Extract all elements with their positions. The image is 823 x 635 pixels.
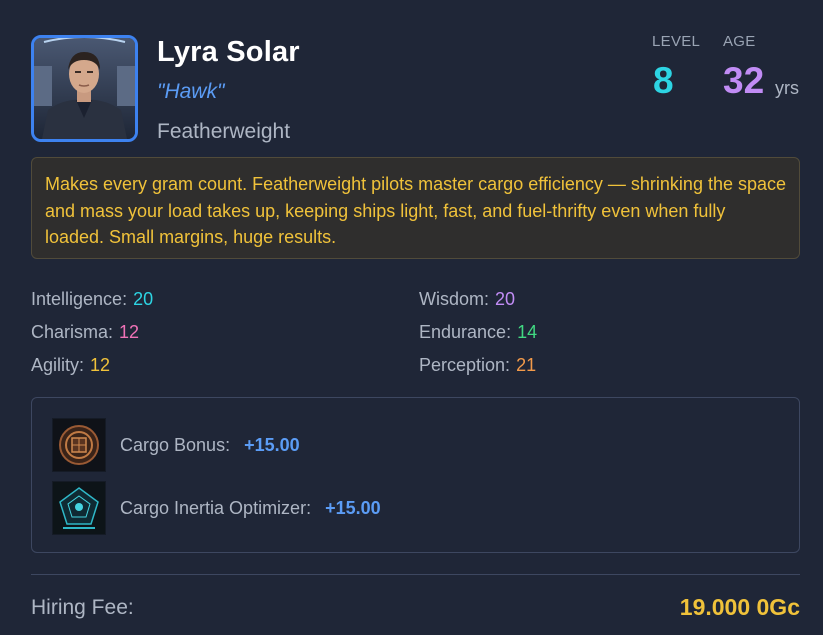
attribute-value: 20 <box>133 289 154 309</box>
attribute-value: 20 <box>495 289 516 309</box>
attribute-value: 12 <box>90 355 111 375</box>
perk-description: Makes every gram count. Featherweight pi… <box>31 157 800 259</box>
divider <box>31 574 800 575</box>
bonus-row-cargo-inertia-optimizer: Cargo Inertia Optimizer: +15.00 <box>52 481 381 535</box>
bonus-panel: Cargo Bonus: +15.00 Cargo Inertia Optimi… <box>31 397 800 553</box>
attribute-label: Perception: <box>419 355 511 375</box>
pilot-callsign: "Hawk" <box>157 80 225 103</box>
age-label: AGE <box>723 33 756 50</box>
attribute-agility: Agility: 12 <box>31 355 110 376</box>
attribute-value: 12 <box>119 322 140 342</box>
pilot-portrait-image <box>34 38 135 139</box>
cargo-bonus-icon <box>52 418 106 472</box>
pilot-portrait <box>31 35 138 142</box>
level-label: LEVEL <box>652 33 701 50</box>
hiring-fee-value: 19.000 0Gc <box>679 594 800 620</box>
bonus-label: Cargo Inertia Optimizer: <box>120 497 312 518</box>
attribute-endurance: Endurance: 14 <box>419 322 537 343</box>
pilot-name: Lyra Solar <box>157 36 300 68</box>
bonus-value: +15.00 <box>244 434 300 455</box>
attribute-value: 21 <box>516 355 537 375</box>
attribute-intelligence: Intelligence: 20 <box>31 289 153 310</box>
cargo-inertia-optimizer-icon <box>52 481 106 535</box>
attribute-label: Endurance: <box>419 322 512 342</box>
age-value: 32 <box>723 60 765 101</box>
bonus-label: Cargo Bonus: <box>120 434 231 455</box>
attribute-label: Wisdom: <box>419 289 490 309</box>
attribute-wisdom: Wisdom: 20 <box>419 289 515 310</box>
hiring-fee-label: Hiring Fee: <box>31 596 134 619</box>
attribute-charisma: Charisma: 12 <box>31 322 139 343</box>
bonus-value: +15.00 <box>325 497 381 518</box>
attribute-label: Intelligence: <box>31 289 128 309</box>
attribute-perception: Perception: 21 <box>419 355 536 376</box>
attribute-value: 14 <box>517 322 538 342</box>
pilot-perk-title: Featherweight <box>157 120 291 143</box>
pilot-card: Lyra Solar "Hawk" Featherweight LEVEL AG… <box>0 0 823 635</box>
attribute-label: Charisma: <box>31 322 114 342</box>
age-unit: yrs <box>775 78 799 98</box>
level-value: 8 <box>653 60 674 101</box>
attribute-label: Agility: <box>31 355 85 375</box>
bonus-row-cargo-bonus: Cargo Bonus: +15.00 <box>52 418 300 472</box>
